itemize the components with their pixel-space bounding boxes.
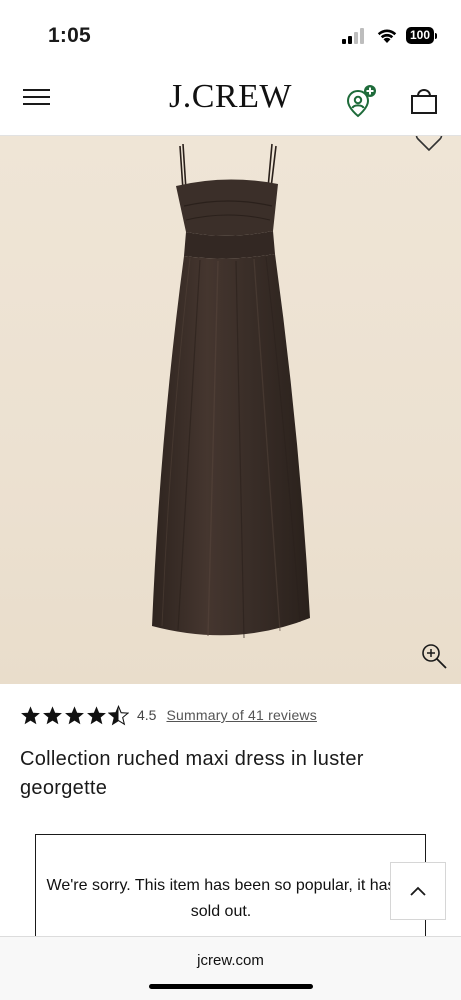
heart-icon <box>415 136 443 152</box>
status-time: 1:05 <box>48 24 91 47</box>
sold-out-message: We're sorry. This item has been so popul… <box>46 877 396 920</box>
star-full-icon <box>65 705 84 724</box>
rewards-profile-icon <box>346 85 376 118</box>
product-image[interactable] <box>0 136 461 684</box>
status-icons: 100 <box>341 27 437 44</box>
shopping-bag-button[interactable] <box>409 84 439 116</box>
back-to-top-button[interactable] <box>390 862 446 920</box>
signal-icon <box>341 27 364 44</box>
shopping-bag-icon <box>411 89 437 114</box>
browser-url-bar: jcrew.com <box>0 936 461 1000</box>
star-half-icon <box>108 704 129 725</box>
wifi-icon <box>377 29 397 43</box>
home-indicator[interactable] <box>149 984 313 989</box>
rating-row: 4.5 Summary of 41 reviews <box>20 703 317 727</box>
zoom-button[interactable] <box>420 642 448 670</box>
chevron-up-icon <box>410 886 426 896</box>
star-full-icon <box>21 705 40 724</box>
brand-logo-wrap: J.CREW <box>0 78 461 116</box>
wishlist-button[interactable] <box>415 136 443 152</box>
rewards-button[interactable] <box>343 84 379 120</box>
battery-level: 100 <box>405 27 434 44</box>
status-bar: 1:05 100 <box>0 0 461 66</box>
rating-value: 4.5 <box>137 707 157 723</box>
dress-illustration <box>152 143 310 639</box>
star-rating <box>20 704 129 726</box>
reviews-summary-link[interactable]: Summary of 41 reviews <box>166 707 316 723</box>
site-header: J.CREW <box>0 66 461 136</box>
brand-logo[interactable]: J.CREW <box>169 78 292 115</box>
battery-icon: 100 <box>405 27 437 44</box>
star-full-icon <box>87 705 106 724</box>
hamburger-menu-button[interactable] <box>22 86 52 108</box>
hamburger-menu-icon <box>23 89 50 105</box>
url-text[interactable]: jcrew.com <box>0 952 461 969</box>
zoom-in-icon <box>422 644 447 669</box>
star-full-icon <box>43 705 62 724</box>
product-title: Collection ruched maxi dress in luster g… <box>20 748 364 799</box>
